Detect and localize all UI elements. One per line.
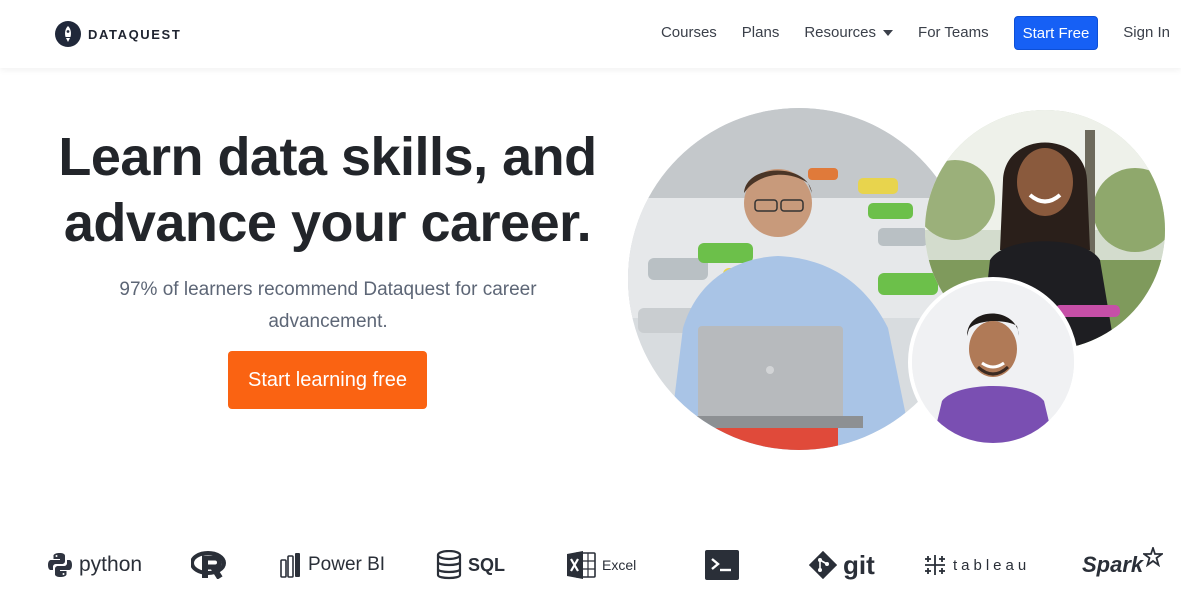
python-icon bbox=[48, 553, 72, 577]
tech-power-bi: Power BI bbox=[280, 540, 385, 590]
tech-tableau: tableau bbox=[923, 540, 1030, 590]
nav-plans[interactable]: Plans bbox=[742, 16, 780, 50]
tech-python-label: python bbox=[79, 553, 143, 576]
nav-resources-dropdown[interactable]: Resources bbox=[804, 16, 894, 50]
tech-python: python bbox=[47, 540, 142, 590]
tech-excel: Excel bbox=[566, 540, 636, 590]
hero-subtitle: 97% of learners recommend Dataquest for … bbox=[119, 279, 537, 332]
smiling-man-photo bbox=[908, 277, 1078, 447]
tech-sql: SQL bbox=[436, 540, 505, 590]
r-icon bbox=[191, 551, 226, 579]
excel-icon bbox=[567, 551, 596, 579]
hero-title-line-2: advance your career. bbox=[63, 193, 592, 253]
tech-git-label: git bbox=[843, 549, 875, 580]
spark-icon bbox=[1143, 547, 1164, 567]
start-learning-free-button[interactable]: Start learning free bbox=[228, 351, 427, 409]
site-header: DATAQUEST Courses Plans Resources For Te… bbox=[0, 0, 1181, 68]
git-icon bbox=[809, 551, 837, 579]
start-free-button[interactable]: Start Free bbox=[1013, 16, 1099, 50]
main-nav: Courses Plans Resources For Teams Start … bbox=[661, 16, 1170, 50]
tech-tableau-label: tableau bbox=[953, 556, 1031, 574]
tech-sql-label: SQL bbox=[468, 554, 506, 575]
tech-r bbox=[191, 540, 227, 590]
tech-spark: Spark bbox=[1082, 540, 1164, 590]
terminal-icon bbox=[705, 550, 739, 580]
nav-for-teams[interactable]: For Teams bbox=[918, 16, 989, 50]
technology-logos: python Power BI SQL Excel git tableau Sp… bbox=[0, 540, 1181, 590]
sql-icon bbox=[436, 550, 462, 580]
tech-excel-label: Excel bbox=[602, 557, 637, 573]
tableau-icon bbox=[925, 555, 945, 575]
tech-command-line bbox=[705, 540, 739, 590]
rocket-icon bbox=[55, 21, 81, 47]
tech-power-bi-label: Power BI bbox=[308, 554, 386, 575]
nav-resources-label: Resources bbox=[804, 24, 877, 41]
tech-git: git bbox=[809, 540, 875, 590]
power-bi-icon bbox=[280, 553, 300, 578]
sign-in-link[interactable]: Sign In bbox=[1123, 16, 1170, 50]
dataquest-logo[interactable]: DATAQUEST bbox=[55, 21, 181, 47]
hero-title: Learn data skills, and advance your care… bbox=[40, 124, 615, 256]
hero-title-line-1: Learn data skills, and bbox=[58, 127, 597, 187]
caret-down-icon bbox=[883, 30, 894, 36]
brand-name: DATAQUEST bbox=[88, 26, 182, 42]
tech-spark-label: Spark bbox=[1082, 552, 1144, 577]
nav-courses[interactable]: Courses bbox=[661, 16, 717, 50]
